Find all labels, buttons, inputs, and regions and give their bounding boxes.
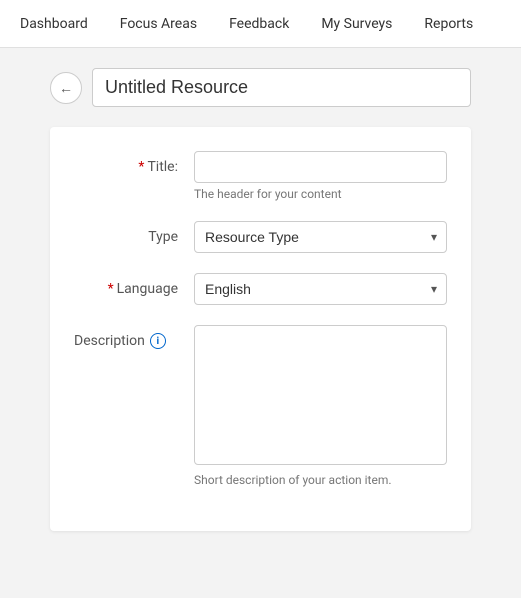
back-button[interactable]: ←: [50, 72, 82, 104]
nav-bar: Dashboard Focus Areas Feedback My Survey…: [0, 0, 521, 48]
form-row-description: Description i Short description of your …: [74, 325, 447, 487]
nav-item-focus-areas[interactable]: Focus Areas: [116, 2, 201, 46]
title-label: *Title:: [74, 151, 194, 175]
description-label-wrap: Description i: [74, 333, 178, 349]
page-title-input[interactable]: [92, 68, 471, 107]
description-info-icon[interactable]: i: [150, 333, 166, 349]
description-field: Short description of your action item.: [194, 325, 447, 487]
title-field: The header for your content: [194, 151, 447, 201]
type-field: Resource Type ▾: [194, 221, 447, 253]
description-hint: Short description of your action item.: [194, 473, 447, 487]
main-content: ← *Title: The header for your content Ty…: [0, 48, 521, 551]
language-select-wrapper: English ▾: [194, 273, 447, 305]
nav-item-my-surveys[interactable]: My Surveys: [317, 2, 396, 46]
title-input[interactable]: [194, 151, 447, 183]
form-row-title: *Title: The header for your content: [74, 151, 447, 201]
nav-item-reports[interactable]: Reports: [420, 2, 477, 46]
title-hint: The header for your content: [194, 187, 447, 201]
language-select[interactable]: English: [194, 273, 447, 305]
type-label: Type: [74, 221, 194, 245]
required-star-title: *: [138, 159, 144, 175]
type-select-wrapper: Resource Type ▾: [194, 221, 447, 253]
description-label: Description i: [74, 325, 194, 349]
language-field: English ▾: [194, 273, 447, 305]
nav-item-dashboard[interactable]: Dashboard: [16, 2, 92, 46]
language-label: *Language: [74, 273, 194, 297]
nav-item-feedback[interactable]: Feedback: [225, 2, 293, 46]
form-row-language: *Language English ▾: [74, 273, 447, 305]
form-row-type: Type Resource Type ▾: [74, 221, 447, 253]
description-textarea[interactable]: [194, 325, 447, 465]
required-star-language: *: [108, 281, 114, 297]
type-select[interactable]: Resource Type: [194, 221, 447, 253]
form-card: *Title: The header for your content Type…: [50, 127, 471, 531]
title-bar: ←: [50, 68, 471, 107]
